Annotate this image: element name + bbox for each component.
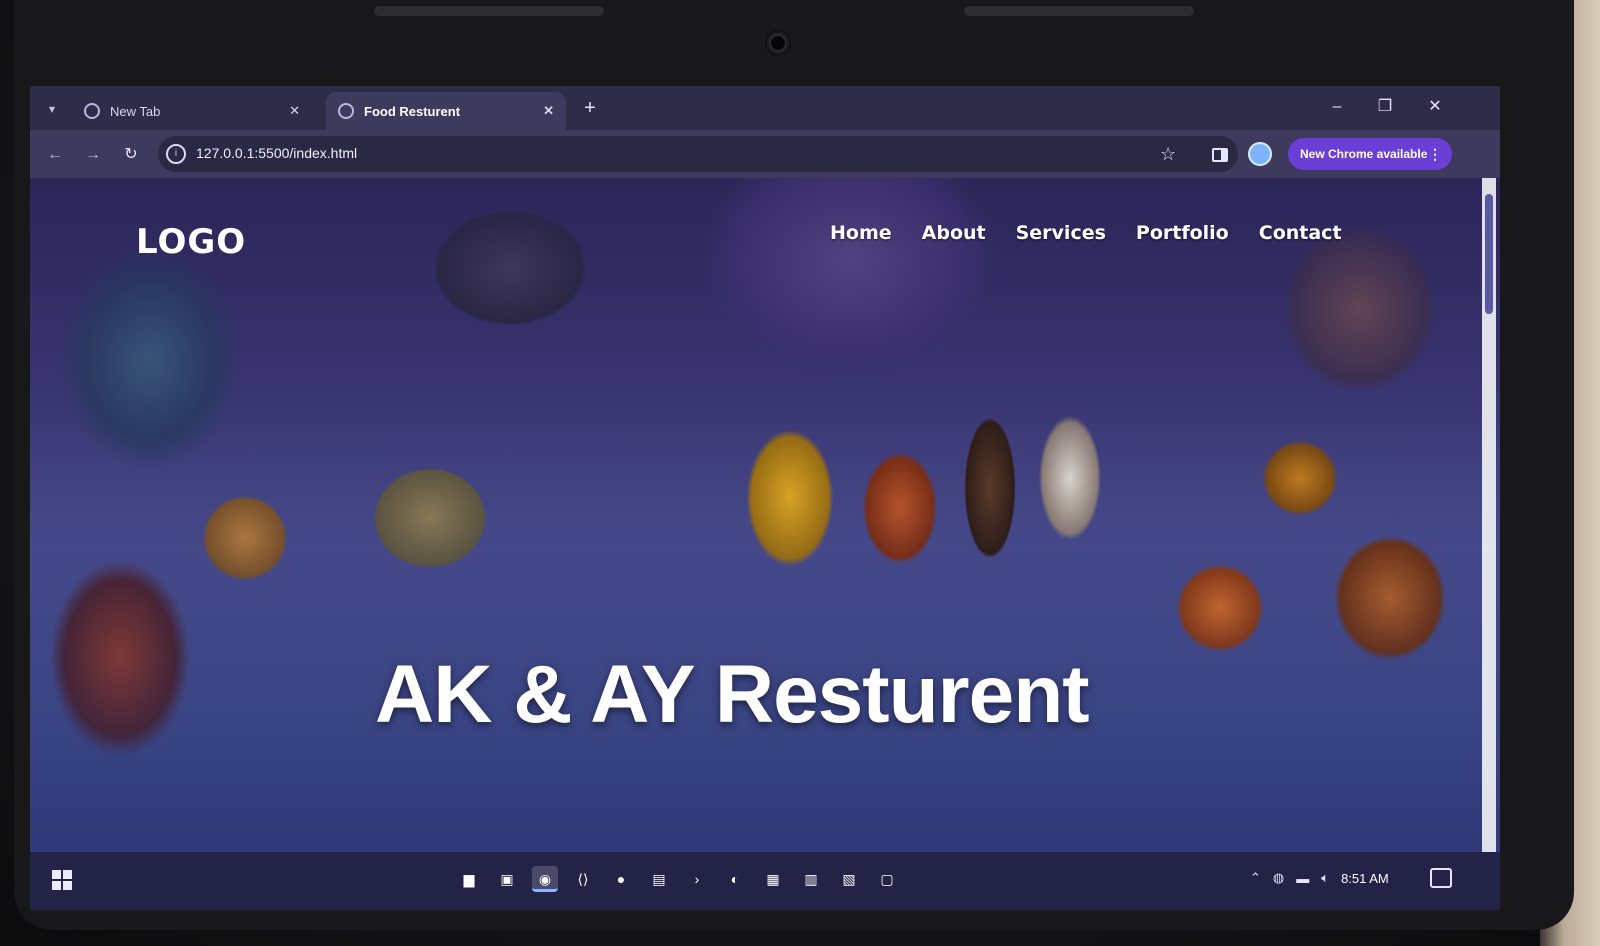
address-bar[interactable]: i 127.0.0.1:5500/index.html	[158, 136, 1238, 172]
nav-about[interactable]: About	[922, 222, 986, 244]
main-nav: Home About Services Portfolio Contact	[830, 222, 1342, 244]
tab-search-chevron-down-icon[interactable]: ▾	[40, 98, 64, 120]
back-icon[interactable]: ←	[42, 142, 68, 168]
reload-icon[interactable]: ↻	[118, 142, 144, 168]
nav-services[interactable]: Services	[1016, 222, 1106, 244]
taskbar-apps: ▆ ▣ ◉ ⟨⟩ ● ▤ › ◐ ▦ ▥ ▧ ▢	[456, 866, 900, 892]
site-logo[interactable]: LOGO	[136, 222, 246, 262]
tab-label: New Tab	[110, 103, 161, 119]
page-viewport: LOGO Home About Services Portfolio Conta…	[30, 178, 1500, 852]
side-panel-icon[interactable]	[1212, 148, 1228, 162]
window-close-icon[interactable]: ✕	[1420, 94, 1450, 120]
nav-home[interactable]: Home	[830, 222, 892, 244]
nav-contact[interactable]: Contact	[1259, 222, 1342, 244]
system-tray: ⌃ ◍ ▬ 🔈︎ 8:51 AM	[1250, 870, 1389, 886]
browser-toolbar: ← → ↻ i 127.0.0.1:5500/index.html ☆ New …	[30, 130, 1500, 178]
hero-title: AK & AY Resturent	[375, 649, 1090, 740]
arrow-icon[interactable]: ›	[684, 866, 710, 892]
clock[interactable]: 8:51 AM	[1341, 871, 1389, 886]
chevron-up-icon[interactable]: ⌃	[1250, 870, 1261, 886]
chrome-icon[interactable]: ◉	[532, 866, 558, 892]
site-favicon-icon	[338, 103, 354, 119]
browser-tab-bar: ▾ New Tab ✕ Food Resturent ✕ + – ❐ ✕	[30, 86, 1500, 130]
notes-icon[interactable]: ▦	[760, 866, 786, 892]
notifications-icon[interactable]	[1430, 868, 1452, 888]
restore-icon[interactable]: ❐	[1370, 94, 1400, 120]
laptop-photo: ▾ New Tab ✕ Food Resturent ✕ + – ❐ ✕ ← →…	[0, 0, 1600, 946]
hero-overlay	[30, 178, 1500, 852]
chrome-favicon-icon	[84, 103, 100, 119]
bezel-hinge-right	[964, 6, 1194, 16]
star-icon[interactable]: ☆	[1160, 144, 1176, 165]
volume-icon[interactable]: 🔈︎	[1321, 870, 1329, 886]
vscode-icon[interactable]: ⟨⟩	[570, 866, 596, 892]
screen: ▾ New Tab ✕ Food Resturent ✕ + – ❐ ✕ ← →…	[30, 86, 1500, 910]
new-tab-plus-icon[interactable]: +	[578, 96, 602, 120]
windows-start-icon[interactable]	[52, 870, 72, 890]
telegram-icon[interactable]: ◐	[722, 866, 748, 892]
docs-icon[interactable]: ▥	[798, 866, 824, 892]
close-icon[interactable]: ✕	[543, 103, 554, 119]
app-icon[interactable]: ▧	[836, 866, 862, 892]
forward-icon[interactable]: →	[80, 142, 106, 168]
more-icon[interactable]: ⋮	[1428, 138, 1442, 170]
terminal-icon[interactable]: ▤	[646, 866, 672, 892]
network-icon[interactable]: ◍	[1273, 870, 1284, 886]
windows-taskbar: ▆ ▣ ◉ ⟨⟩ ● ▤ › ◐ ▦ ▥ ▧ ▢ ⌃ ◍ ▬ 🔈︎ 8:51 A…	[30, 852, 1500, 910]
nav-portfolio[interactable]: Portfolio	[1136, 222, 1229, 244]
page-scrollbar[interactable]	[1482, 178, 1496, 852]
folder-icon[interactable]: ▢	[874, 866, 900, 892]
scroll-thumb[interactable]	[1485, 194, 1493, 314]
store-icon[interactable]: ▣	[494, 866, 520, 892]
bezel-hinge-left	[374, 6, 604, 16]
tab-food-resturent[interactable]: Food Resturent ✕	[326, 92, 566, 130]
battery-icon[interactable]: ▬	[1296, 871, 1309, 886]
update-label: New Chrome available	[1300, 147, 1428, 161]
close-icon[interactable]: ✕	[289, 103, 300, 119]
profile-icon[interactable]	[1248, 142, 1272, 166]
tab-label: Food Resturent	[364, 103, 461, 119]
minimize-icon[interactable]: –	[1322, 94, 1352, 120]
new-chrome-available-button[interactable]: New Chrome available ⋮	[1288, 138, 1452, 170]
url-text: 127.0.0.1:5500/index.html	[196, 145, 358, 161]
github-icon[interactable]: ●	[608, 866, 634, 892]
site-info-icon[interactable]: i	[166, 144, 186, 164]
webcam	[765, 30, 791, 56]
tab-new-tab[interactable]: New Tab ✕	[72, 92, 312, 130]
file-explorer-icon[interactable]: ▆	[456, 866, 482, 892]
